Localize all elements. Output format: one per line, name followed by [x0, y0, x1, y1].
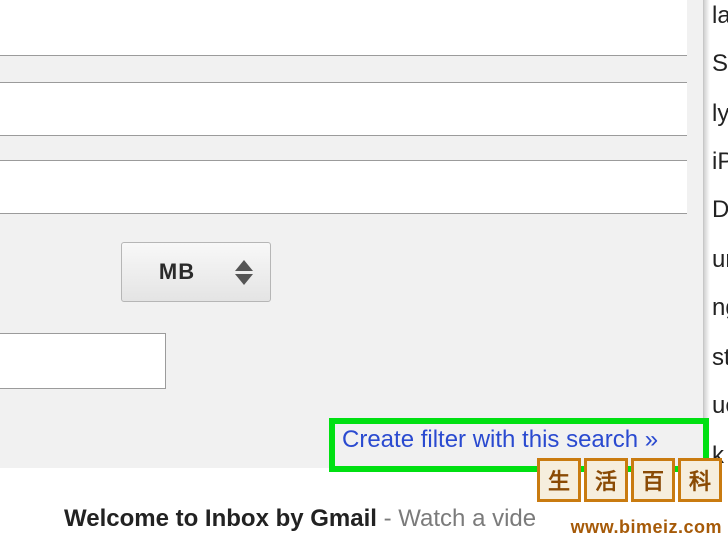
filter-input-1[interactable] — [0, 0, 687, 55]
filter-field-row-2 — [0, 82, 687, 136]
side-text: Ste — [712, 50, 728, 78]
filter-small-input[interactable] — [0, 333, 166, 389]
chevron-down-icon — [235, 274, 253, 285]
chevron-up-icon — [235, 260, 253, 271]
filter-input-3[interactable] — [0, 161, 687, 213]
size-unit-label: MB — [122, 259, 232, 285]
side-text: ues — [712, 392, 728, 420]
filter-input-2[interactable] — [0, 83, 687, 135]
side-text: urit — [712, 246, 728, 274]
side-text: ly — [712, 100, 728, 128]
email-subject-rest: - Watch a vide — [377, 505, 536, 532]
side-text: sta — [712, 344, 728, 372]
watermark-char: 科 — [678, 458, 722, 502]
watermark-logo: 生 活 百 科 — [537, 458, 722, 502]
side-text: iP — [712, 148, 728, 176]
size-unit-dropdown[interactable]: MB — [121, 242, 271, 302]
side-text: la — [712, 2, 728, 30]
watermark-char: 活 — [584, 458, 628, 502]
email-subject-bold: Welcome to Inbox by Gmail — [64, 505, 377, 532]
email-subject-line: Welcome to Inbox by Gmail - Watch a vide — [64, 505, 536, 533]
watermark-char: 百 — [631, 458, 675, 502]
dropdown-spinner-icon — [232, 260, 256, 285]
create-filter-link[interactable]: Create filter with this search » — [342, 426, 658, 454]
filter-field-row-1 — [0, 0, 687, 56]
watermark-char: 生 — [537, 458, 581, 502]
filter-field-row-3 — [0, 160, 687, 214]
side-text: De — [712, 196, 728, 224]
side-text: ng — [712, 294, 728, 322]
watermark-url: www.bimeiz.com — [571, 517, 722, 538]
filter-dropdown-panel: MB — [0, 0, 704, 468]
